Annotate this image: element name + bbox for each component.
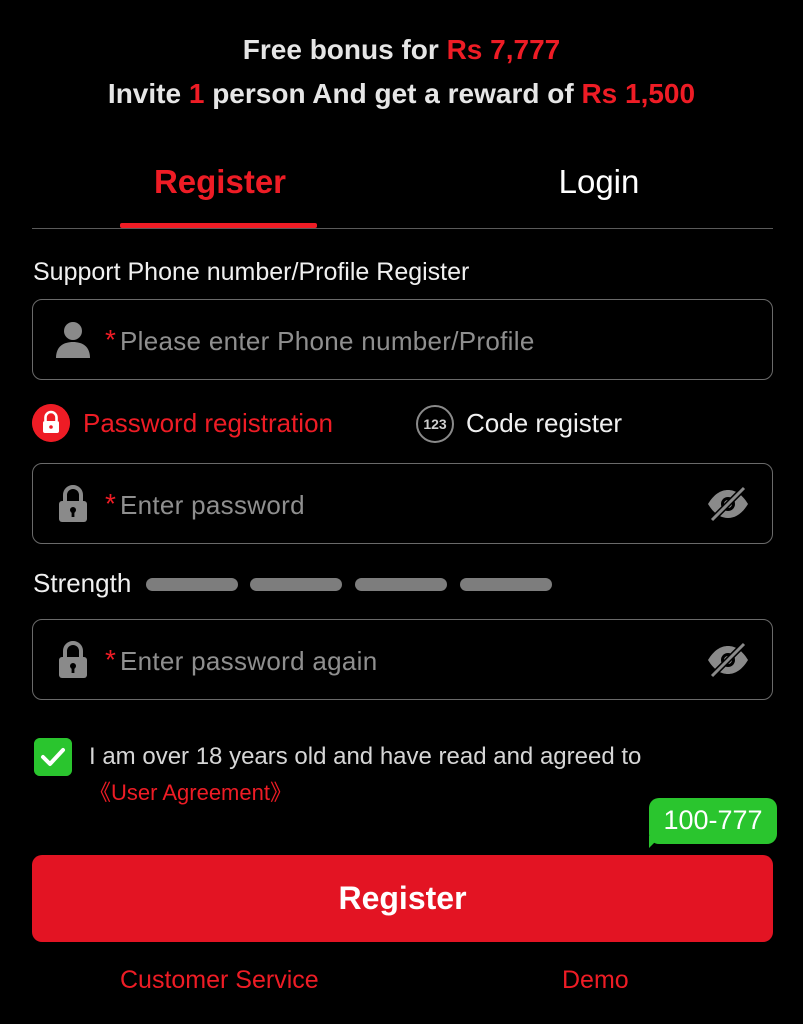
strength-bar-2: [250, 578, 342, 591]
password-registration-option[interactable]: Password registration: [83, 406, 333, 440]
code-icon[interactable]: 123: [416, 405, 454, 443]
badge-tail: [649, 836, 661, 848]
password-field[interactable]: * Enter password: [32, 463, 773, 544]
strength-bar-4: [460, 578, 552, 591]
lock-icon[interactable]: [32, 404, 70, 442]
agree-checkbox[interactable]: [34, 738, 72, 776]
strength-label: Strength: [33, 568, 132, 598]
customer-service-link[interactable]: Customer Service: [120, 963, 319, 997]
promo-bonus-text: Free bonus for: [242, 34, 447, 65]
eye-off-icon[interactable]: [706, 484, 750, 524]
required-mark: *: [105, 324, 116, 355]
promo-reward-text: person And get a reward of: [204, 78, 582, 109]
promo-banner: Free bonus for Rs 7,777 Invite 1 person …: [0, 30, 803, 114]
promo-code-badge: 100-777: [649, 798, 777, 844]
phone-placeholder: Please enter Phone number/Profile: [120, 326, 535, 356]
strength-bar-3: [355, 578, 447, 591]
section-label: Support Phone number/Profile Register: [33, 258, 470, 286]
promo-reward-amount: Rs 1,500: [581, 78, 696, 109]
lock-icon: [59, 485, 87, 522]
password-again-placeholder: Enter password again: [120, 646, 378, 676]
register-button[interactable]: Register: [32, 855, 773, 942]
promo-invite-line: Invite 1 person And get a reward of Rs 1…: [0, 74, 803, 114]
agree-text: I am over 18 years old and have read and…: [89, 743, 642, 770]
password-again-field[interactable]: * Enter password again: [32, 619, 773, 700]
phone-field[interactable]: * Please enter Phone number/Profile: [32, 299, 773, 380]
user-icon: [56, 322, 90, 358]
required-mark: *: [105, 644, 116, 675]
tab-login[interactable]: Login: [499, 160, 699, 204]
demo-link[interactable]: Demo: [562, 963, 629, 997]
tab-register[interactable]: Register: [120, 160, 320, 204]
promo-bonus-line: Free bonus for Rs 7,777: [0, 30, 803, 70]
user-agreement-link[interactable]: 《User Agreement》: [89, 778, 292, 808]
password-placeholder: Enter password: [120, 490, 305, 520]
password-strength: Strength: [33, 566, 633, 602]
promo-invite-count: 1: [188, 78, 205, 109]
registration-mode-selector: Password registration 123 Code register: [32, 400, 773, 448]
lock-icon: [59, 641, 87, 678]
eye-off-icon[interactable]: [706, 640, 750, 680]
promo-bonus-amount: Rs 7,777: [446, 34, 561, 65]
required-mark: *: [105, 488, 116, 519]
code-register-option[interactable]: Code register: [466, 406, 622, 440]
strength-bar-1: [146, 578, 238, 591]
promo-invite-text: Invite: [107, 78, 189, 109]
active-tab-indicator: [120, 223, 317, 228]
auth-tabs: Register Login: [32, 150, 773, 229]
agreement: I am over 18 years old and have read and…: [34, 738, 734, 810]
